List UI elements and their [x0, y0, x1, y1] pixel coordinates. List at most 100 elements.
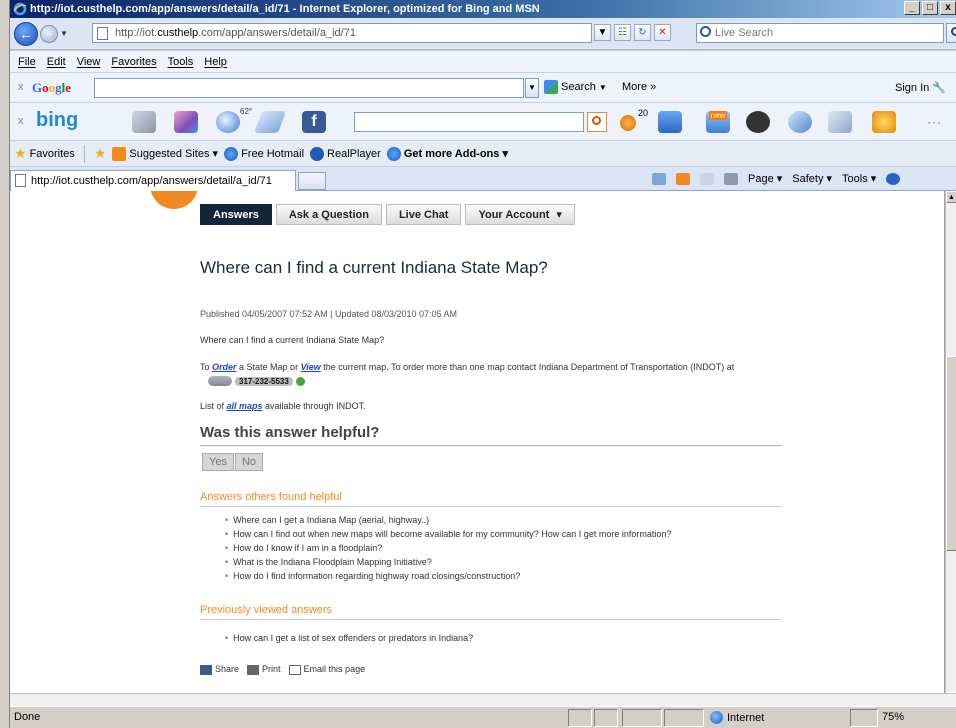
thumbs-up-icon[interactable]: [658, 111, 682, 133]
send-icon[interactable]: [253, 111, 287, 133]
page-title: Where can I find a current Indiana State…: [200, 258, 548, 277]
list-item[interactable]: What is the Indiana Floodplain Mapping I…: [225, 555, 671, 569]
view-link[interactable]: View: [301, 362, 321, 372]
page-menu[interactable]: Page ▾: [748, 172, 782, 185]
menu-favorites[interactable]: Favorites: [111, 56, 156, 68]
home-icon[interactable]: [652, 172, 666, 185]
google-more-button[interactable]: More »: [622, 81, 656, 93]
new-tab-button[interactable]: [298, 172, 326, 190]
menu-help[interactable]: Help: [204, 56, 227, 68]
share-icon: [200, 664, 212, 675]
list-item[interactable]: How can I get a list of sex offenders or…: [225, 631, 473, 645]
answer-text: To: [200, 362, 213, 372]
refresh-icon[interactable]: ↻: [634, 24, 651, 41]
menu-view[interactable]: View: [77, 56, 101, 68]
answer-text: the current map. To order more than one …: [320, 362, 735, 372]
favorites-bar: ★ Favorites ★ Suggested Sites ▾ Free Hot…: [10, 141, 956, 167]
security-pane[interactable]: [622, 709, 662, 727]
menu-file[interactable]: File: [18, 56, 36, 68]
nav-answers[interactable]: Answers: [200, 204, 272, 225]
question-text: Where can I find a current Indiana State…: [200, 335, 385, 345]
google-sign-in[interactable]: Sign In 🔧: [895, 81, 946, 94]
close-google-toolbar-icon[interactable]: x: [18, 81, 24, 93]
nav-your-account[interactable]: Your Account ▾: [465, 204, 575, 225]
fav-realplayer[interactable]: RealPlayer: [310, 146, 381, 161]
menu-tools[interactable]: Tools: [168, 56, 194, 68]
window-left-edge: [0, 0, 10, 728]
bing-toolbar: x bing 62° f 20 new ···: [10, 103, 956, 141]
forward-button[interactable]: →: [40, 25, 58, 43]
email-button[interactable]: Email this page: [288, 664, 366, 675]
tab-current[interactable]: http://iot.custhelp.com/app/answers/deta…: [10, 170, 296, 191]
search-go-button[interactable]: [946, 23, 956, 43]
minimize-button[interactable]: _: [904, 1, 920, 15]
list-item[interactable]: How do I know if I am in a floodplain?: [225, 541, 671, 555]
menu-edit[interactable]: Edit: [47, 56, 66, 68]
live-search-input[interactable]: Live Search: [696, 23, 944, 43]
vertical-scrollbar[interactable]: ▲ ▼: [945, 191, 956, 706]
list-item[interactable]: How can I find out when new maps will be…: [225, 527, 671, 541]
print-icon[interactable]: [724, 172, 738, 185]
new-feed-icon[interactable]: new: [706, 111, 730, 133]
safety-menu[interactable]: Safety ▾: [792, 172, 832, 185]
page-icon: [97, 27, 108, 40]
gift-icon[interactable]: [872, 111, 896, 133]
fav-get-addons[interactable]: Get more Add-ons ▾: [386, 146, 508, 161]
favorites-button[interactable]: ★ Favorites: [14, 145, 75, 162]
window-title: http://iot.custhelp.com/app/answers/deta…: [30, 3, 540, 15]
security-zone[interactable]: Internet: [710, 711, 764, 724]
nav-live-chat[interactable]: Live Chat: [385, 204, 462, 225]
maximize-button[interactable]: □: [922, 1, 938, 15]
video-icon[interactable]: [788, 111, 812, 133]
feeds-icon[interactable]: [676, 172, 690, 185]
facebook-icon[interactable]: f: [302, 111, 326, 133]
help-icon[interactable]: [886, 172, 901, 185]
messenger-icon[interactable]: [174, 111, 198, 133]
order-link[interactable]: Order: [212, 362, 237, 372]
weather-icon[interactable]: [216, 111, 240, 133]
google-search-button[interactable]: Search ▼: [544, 80, 607, 94]
google-search-input[interactable]: [94, 78, 524, 98]
no-button[interactable]: No: [234, 453, 264, 471]
graph-icon[interactable]: [828, 111, 852, 133]
history-dropdown-icon[interactable]: ▼: [60, 29, 68, 38]
compat-view-icon[interactable]: ☷: [614, 24, 631, 41]
zoom-level[interactable]: 75%: [882, 711, 904, 723]
back-button[interactable]: ←: [14, 22, 38, 46]
xbox-icon[interactable]: [746, 111, 770, 133]
bing-search-button[interactable]: [587, 112, 607, 132]
more-icon[interactable]: ···: [927, 115, 942, 129]
mail-icon[interactable]: [700, 172, 714, 185]
google-search-dropdown[interactable]: ▼: [525, 78, 539, 98]
tools-menu[interactable]: Tools ▾: [842, 172, 876, 185]
fav-free-hotmail[interactable]: Free Hotmail: [224, 146, 304, 161]
share-button[interactable]: Share: [200, 664, 239, 675]
list-item[interactable]: How do I find information regarding high…: [225, 569, 671, 583]
yes-button[interactable]: Yes: [202, 453, 234, 471]
list-item[interactable]: Where can I get a Indiana Map (aerial, h…: [225, 513, 671, 527]
chevron-down-icon: ▾: [556, 209, 562, 221]
print-button[interactable]: Print: [247, 664, 281, 675]
protected-mode-pane[interactable]: [850, 709, 878, 727]
address-dropdown-icon[interactable]: ▼: [594, 24, 611, 41]
close-button[interactable]: x: [940, 1, 956, 15]
fav-suggested-sites[interactable]: Suggested Sites ▾: [112, 146, 218, 161]
add-favorite-icon[interactable]: ★: [94, 145, 107, 162]
email-label: Email this page: [303, 664, 366, 674]
address-input[interactable]: http://iot.custhelp.com/app/answers/deta…: [92, 23, 592, 43]
scroll-thumb[interactable]: [946, 356, 956, 551]
all-maps-link[interactable]: all maps: [227, 401, 263, 411]
stop-icon[interactable]: ✕: [654, 24, 671, 41]
maps-icon[interactable]: [132, 111, 156, 133]
scroll-up-icon[interactable]: ▲: [946, 191, 956, 203]
close-bing-toolbar-icon[interactable]: x: [18, 115, 24, 127]
nav-ask-question[interactable]: Ask a Question: [275, 204, 382, 225]
messenger-status-icon[interactable]: [620, 115, 636, 131]
title-bar: http://iot.custhelp.com/app/answers/deta…: [10, 0, 956, 18]
phone-badge[interactable]: 317-232-5533: [208, 375, 305, 387]
bing-search-input[interactable]: [354, 112, 584, 132]
fav-label: Get more Add-ons ▾: [403, 148, 508, 160]
google-logo: Google: [32, 80, 72, 95]
weather-temp: 62°: [240, 107, 253, 116]
chevron-down-icon: ▼: [598, 82, 607, 92]
